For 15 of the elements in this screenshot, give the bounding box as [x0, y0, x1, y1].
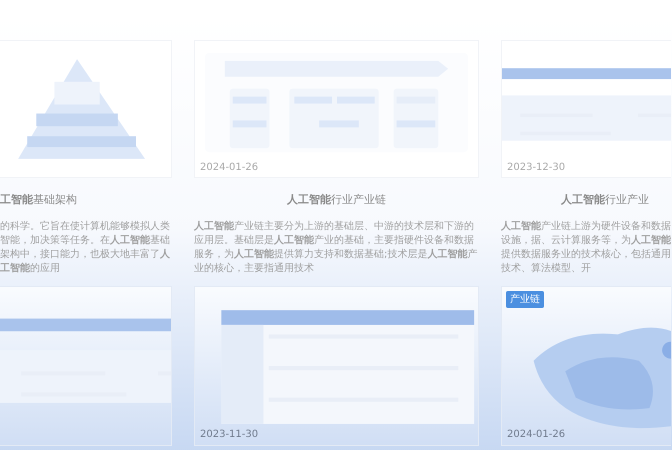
card-image[interactable]: 2024-01-26 [194, 40, 479, 178]
card-date: 2024-01-26 [200, 161, 258, 175]
card-image[interactable]: 2023-11-30 [194, 286, 479, 446]
card-title: 工智能基础架构 [0, 193, 77, 207]
card-date: 2023-12-30 [507, 161, 566, 175]
card-image[interactable]: 2023-12-30 [501, 40, 671, 178]
card-description: 人工智能产业链上游为硬件设备和数据设施，据、云计算服务等，为人工智能提供数据服务业的技术核心，包括通用技术、算法模型、开 [501, 220, 671, 276]
card-title: 人工智能行业产业链 [287, 193, 386, 207]
card-date: 2024-01-26 [507, 428, 566, 442]
card-description: 人工智能产业链主要分为上游的基础层、中游的技术层和下游的应用层。基础层是人工智能产业的基础，主要指硬件设备和数据服务，为人工智能提供算力支持和数据基础;技术层是人工智能产业的核心，主要指通用技术 [194, 220, 478, 276]
card-title: 人工智能行业产业 [561, 193, 649, 207]
card-date: 2023-11-30 [200, 428, 258, 442]
card-description: 的科学。它旨在使计算机能够模拟人类智能，加决策等任务。在人工智能基础架构中，接口能力，也极大地丰富了人工智能的应用 [0, 220, 171, 276]
category-badge: 产业链 [506, 291, 544, 308]
card-image[interactable]: 产业链 2024-01-26 [501, 286, 671, 446]
